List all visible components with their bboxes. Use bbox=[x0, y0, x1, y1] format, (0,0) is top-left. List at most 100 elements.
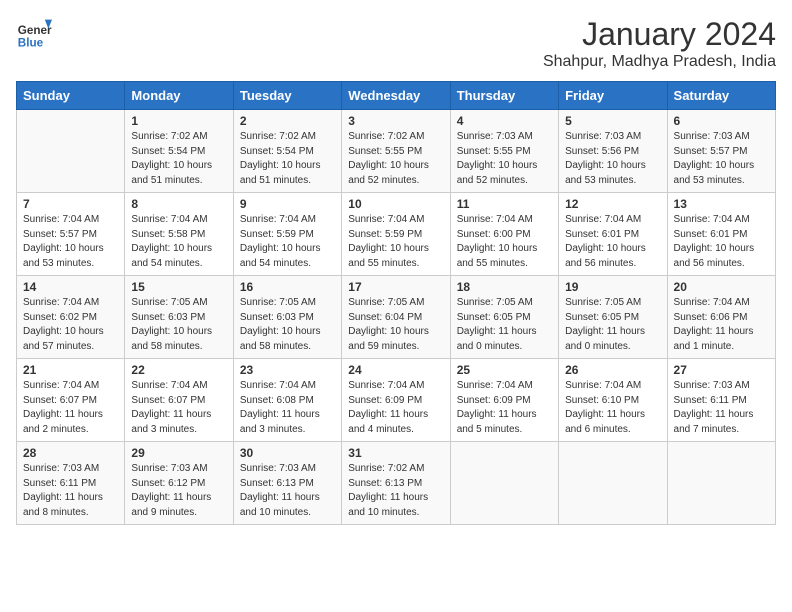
calendar-week-row: 7Sunrise: 7:04 AM Sunset: 5:57 PM Daylig… bbox=[17, 193, 776, 276]
weekday-header: Tuesday bbox=[233, 82, 341, 110]
day-number: 22 bbox=[131, 363, 226, 377]
day-info: Sunrise: 7:04 AM Sunset: 6:09 PM Dayligh… bbox=[348, 379, 443, 437]
calendar-cell: 20Sunrise: 7:04 AM Sunset: 6:06 PM Dayli… bbox=[667, 276, 775, 359]
calendar-cell bbox=[17, 110, 125, 193]
calendar-cell: 6Sunrise: 7:03 AM Sunset: 5:57 PM Daylig… bbox=[667, 110, 775, 193]
calendar-cell bbox=[559, 442, 667, 525]
day-number: 23 bbox=[240, 363, 335, 377]
day-number: 25 bbox=[457, 363, 552, 377]
weekday-header: Monday bbox=[125, 82, 233, 110]
day-info: Sunrise: 7:04 AM Sunset: 6:07 PM Dayligh… bbox=[131, 379, 226, 437]
calendar-cell: 11Sunrise: 7:04 AM Sunset: 6:00 PM Dayli… bbox=[450, 193, 558, 276]
day-info: Sunrise: 7:04 AM Sunset: 6:01 PM Dayligh… bbox=[674, 213, 769, 271]
day-number: 1 bbox=[131, 114, 226, 128]
calendar-cell: 24 Sunrise: 7:04 AM Sunset: 6:09 PM Dayli… bbox=[342, 359, 450, 442]
day-number: 15 bbox=[131, 280, 226, 294]
day-info: Sunrise: 7:02 AM Sunset: 5:55 PM Dayligh… bbox=[348, 130, 443, 188]
day-info: Sunrise: 7:05 AM Sunset: 6:05 PM Dayligh… bbox=[565, 296, 660, 354]
calendar-cell: 15 Sunrise: 7:05 AM Sunset: 6:03 PM Dayli… bbox=[125, 276, 233, 359]
calendar-cell: 23 Sunrise: 7:04 AM Sunset: 6:08 PM Dayli… bbox=[233, 359, 341, 442]
day-info: Sunrise: 7:03 AM Sunset: 5:57 PM Dayligh… bbox=[674, 130, 769, 188]
svg-text:Blue: Blue bbox=[18, 37, 44, 50]
calendar-cell: 7Sunrise: 7:04 AM Sunset: 5:57 PM Daylig… bbox=[17, 193, 125, 276]
day-number: 17 bbox=[348, 280, 443, 294]
day-number: 20 bbox=[674, 280, 769, 294]
day-info: Sunrise: 7:04 AM Sunset: 6:01 PM Dayligh… bbox=[565, 213, 660, 271]
calendar-cell: 25Sunrise: 7:04 AM Sunset: 6:09 PM Dayli… bbox=[450, 359, 558, 442]
calendar-cell: 31 Sunrise: 7:02 AM Sunset: 6:13 PM Dayli… bbox=[342, 442, 450, 525]
day-number: 4 bbox=[457, 114, 552, 128]
day-number: 2 bbox=[240, 114, 335, 128]
day-number: 13 bbox=[674, 197, 769, 211]
day-number: 12 bbox=[565, 197, 660, 211]
day-info: Sunrise: 7:04 AM Sunset: 5:59 PM Dayligh… bbox=[348, 213, 443, 271]
day-info: Sunrise: 7:04 AM Sunset: 6:07 PM Dayligh… bbox=[23, 379, 118, 437]
day-info: Sunrise: 7:04 AM Sunset: 5:58 PM Dayligh… bbox=[131, 213, 226, 271]
calendar-subtitle: Shahpur, Madhya Pradesh, India bbox=[543, 53, 776, 71]
day-number: 9 bbox=[240, 197, 335, 211]
day-number: 21 bbox=[23, 363, 118, 377]
day-number: 31 bbox=[348, 446, 443, 460]
day-number: 5 bbox=[565, 114, 660, 128]
day-info: Sunrise: 7:03 AM Sunset: 6:11 PM Dayligh… bbox=[674, 379, 769, 437]
day-info: Sunrise: 7:03 AM Sunset: 6:13 PM Dayligh… bbox=[240, 462, 335, 520]
calendar-cell: 1 Sunrise: 7:02 AM Sunset: 5:54 PM Daylig… bbox=[125, 110, 233, 193]
logo-icon: General Blue bbox=[16, 16, 52, 52]
calendar-cell: 30 Sunrise: 7:03 AM Sunset: 6:13 PM Dayli… bbox=[233, 442, 341, 525]
calendar-cell: 14 Sunrise: 7:04 AM Sunset: 6:02 PM Dayli… bbox=[17, 276, 125, 359]
calendar-cell: 3 Sunrise: 7:02 AM Sunset: 5:55 PM Daylig… bbox=[342, 110, 450, 193]
calendar-cell: 4 Sunrise: 7:03 AM Sunset: 5:55 PM Daylig… bbox=[450, 110, 558, 193]
day-number: 19 bbox=[565, 280, 660, 294]
calendar-cell: 26 Sunrise: 7:04 AM Sunset: 6:10 PM Dayli… bbox=[559, 359, 667, 442]
weekday-header: Thursday bbox=[450, 82, 558, 110]
logo: General Blue bbox=[16, 16, 52, 52]
weekday-header: Friday bbox=[559, 82, 667, 110]
calendar-week-row: 21 Sunrise: 7:04 AM Sunset: 6:07 PM Dayli… bbox=[17, 359, 776, 442]
calendar-cell: 10Sunrise: 7:04 AM Sunset: 5:59 PM Dayli… bbox=[342, 193, 450, 276]
day-number: 14 bbox=[23, 280, 118, 294]
calendar-cell: 27 Sunrise: 7:03 AM Sunset: 6:11 PM Dayli… bbox=[667, 359, 775, 442]
day-info: Sunrise: 7:02 AM Sunset: 5:54 PM Dayligh… bbox=[131, 130, 226, 188]
day-info: Sunrise: 7:02 AM Sunset: 6:13 PM Dayligh… bbox=[348, 462, 443, 520]
calendar-cell: 28Sunrise: 7:03 AM Sunset: 6:11 PM Dayli… bbox=[17, 442, 125, 525]
day-info: Sunrise: 7:05 AM Sunset: 6:03 PM Dayligh… bbox=[131, 296, 226, 354]
weekday-header: Wednesday bbox=[342, 82, 450, 110]
day-number: 3 bbox=[348, 114, 443, 128]
calendar-cell: 13 Sunrise: 7:04 AM Sunset: 6:01 PM Dayli… bbox=[667, 193, 775, 276]
calendar-cell: 9Sunrise: 7:04 AM Sunset: 5:59 PM Daylig… bbox=[233, 193, 341, 276]
day-info: Sunrise: 7:03 AM Sunset: 6:11 PM Dayligh… bbox=[23, 462, 118, 520]
day-info: Sunrise: 7:04 AM Sunset: 6:02 PM Dayligh… bbox=[23, 296, 118, 354]
calendar-cell bbox=[450, 442, 558, 525]
day-number: 24 bbox=[348, 363, 443, 377]
calendar-title: January 2024 bbox=[543, 16, 776, 53]
day-info: Sunrise: 7:04 AM Sunset: 5:57 PM Dayligh… bbox=[23, 213, 118, 271]
day-number: 11 bbox=[457, 197, 552, 211]
weekday-header-row: SundayMondayTuesdayWednesdayThursdayFrid… bbox=[17, 82, 776, 110]
day-number: 30 bbox=[240, 446, 335, 460]
calendar-cell: 17 Sunrise: 7:05 AM Sunset: 6:04 PM Dayli… bbox=[342, 276, 450, 359]
weekday-header: Saturday bbox=[667, 82, 775, 110]
day-info: Sunrise: 7:05 AM Sunset: 6:04 PM Dayligh… bbox=[348, 296, 443, 354]
day-info: Sunrise: 7:04 AM Sunset: 6:10 PM Dayligh… bbox=[565, 379, 660, 437]
day-info: Sunrise: 7:03 AM Sunset: 5:56 PM Dayligh… bbox=[565, 130, 660, 188]
day-info: Sunrise: 7:04 AM Sunset: 6:08 PM Dayligh… bbox=[240, 379, 335, 437]
calendar-cell: 5 Sunrise: 7:03 AM Sunset: 5:56 PM Daylig… bbox=[559, 110, 667, 193]
day-info: Sunrise: 7:05 AM Sunset: 6:03 PM Dayligh… bbox=[240, 296, 335, 354]
day-number: 8 bbox=[131, 197, 226, 211]
day-info: Sunrise: 7:03 AM Sunset: 5:55 PM Dayligh… bbox=[457, 130, 552, 188]
day-info: Sunrise: 7:05 AM Sunset: 6:05 PM Dayligh… bbox=[457, 296, 552, 354]
calendar-cell: 19 Sunrise: 7:05 AM Sunset: 6:05 PM Dayli… bbox=[559, 276, 667, 359]
calendar-week-row: 1 Sunrise: 7:02 AM Sunset: 5:54 PM Daylig… bbox=[17, 110, 776, 193]
day-number: 26 bbox=[565, 363, 660, 377]
svg-text:General: General bbox=[18, 24, 52, 37]
calendar-cell: 22 Sunrise: 7:04 AM Sunset: 6:07 PM Dayli… bbox=[125, 359, 233, 442]
day-number: 27 bbox=[674, 363, 769, 377]
calendar-cell: 29Sunrise: 7:03 AM Sunset: 6:12 PM Dayli… bbox=[125, 442, 233, 525]
weekday-header: Sunday bbox=[17, 82, 125, 110]
page-header: General Blue January 2024 Shahpur, Madhy… bbox=[16, 16, 776, 71]
day-info: Sunrise: 7:02 AM Sunset: 5:54 PM Dayligh… bbox=[240, 130, 335, 188]
day-info: Sunrise: 7:03 AM Sunset: 6:12 PM Dayligh… bbox=[131, 462, 226, 520]
calendar-week-row: 28Sunrise: 7:03 AM Sunset: 6:11 PM Dayli… bbox=[17, 442, 776, 525]
calendar-cell: 16Sunrise: 7:05 AM Sunset: 6:03 PM Dayli… bbox=[233, 276, 341, 359]
calendar-week-row: 14 Sunrise: 7:04 AM Sunset: 6:02 PM Dayli… bbox=[17, 276, 776, 359]
